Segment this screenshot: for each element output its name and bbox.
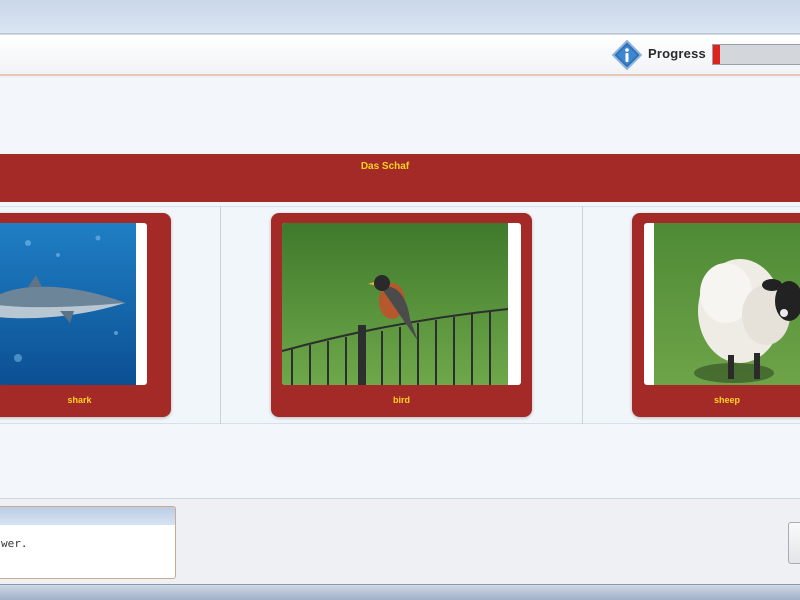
card-label: sheep xyxy=(713,395,740,405)
shark-photo xyxy=(0,223,147,385)
feedback-message-box: wer. xyxy=(0,506,176,579)
window-titlebar xyxy=(0,0,800,34)
status-bar xyxy=(0,584,800,600)
info-diamond-icon[interactable] xyxy=(612,40,642,70)
card-divider xyxy=(582,206,583,424)
progress-bar xyxy=(712,44,800,65)
answer-card-bird[interactable]: bird xyxy=(271,213,532,417)
feedback-message: wer. xyxy=(1,537,28,550)
message-box-header xyxy=(0,507,175,525)
question-prompt: Das Schaf xyxy=(360,161,410,172)
next-button[interactable] xyxy=(788,522,800,564)
progress-fill xyxy=(713,45,721,64)
answer-card-shark[interactable]: shark xyxy=(0,213,171,417)
card-label: shark xyxy=(67,395,92,405)
card-divider xyxy=(220,206,221,424)
progress-label: Progress xyxy=(648,46,706,61)
bird-photo xyxy=(282,223,521,385)
answer-card-sheep[interactable]: sheep xyxy=(632,213,800,417)
sheep-photo xyxy=(644,223,800,385)
card-label: bird xyxy=(393,395,410,405)
